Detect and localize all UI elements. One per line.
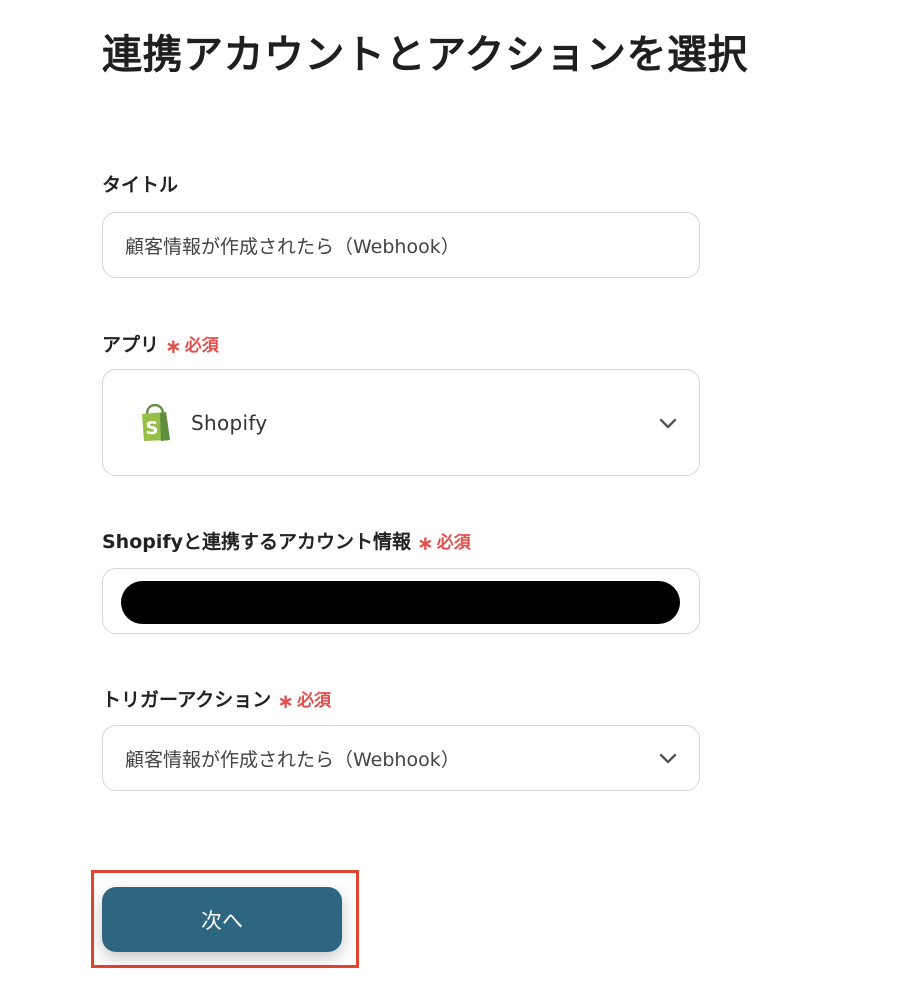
required-badge: ∗ 必須 — [277, 686, 332, 713]
next-button[interactable]: 次へ — [102, 887, 342, 952]
trigger-field-label-text: トリガーアクション — [102, 689, 272, 711]
app-select[interactable]: S Shopify — [102, 369, 700, 476]
account-field-label: Shopifyと連携するアカウント情報 ∗ 必須 — [102, 527, 471, 555]
required-badge: ∗ 必須 — [417, 528, 471, 555]
account-field-box[interactable] — [102, 568, 700, 634]
required-badge: ∗ 必須 — [165, 331, 219, 358]
title-field-label: タイトル — [102, 170, 178, 197]
required-text: 必須 — [436, 533, 471, 553]
page-title: 連携アカウントとアクションを選択 — [102, 32, 748, 78]
app-field-label: アプリ ∗ 必須 — [102, 330, 219, 358]
trigger-action-value: 顧客情報が作成されたら（Webhook） — [125, 748, 460, 771]
redacted-account-value — [121, 581, 680, 624]
title-field-box[interactable] — [102, 212, 700, 278]
app-field-label-text: アプリ — [102, 334, 160, 356]
title-field-label-text: タイトル — [102, 174, 179, 196]
required-text: 必須 — [297, 691, 332, 711]
trigger-action-select[interactable]: 顧客情報が作成されたら（Webhook） — [102, 725, 700, 791]
chevron-down-icon[interactable] — [659, 417, 699, 429]
required-text: 必須 — [184, 336, 219, 356]
shopify-bag-icon: S — [139, 403, 173, 442]
asterisk-icon: ∗ — [165, 333, 182, 358]
svg-text:S: S — [146, 418, 159, 439]
asterisk-icon: ∗ — [417, 530, 434, 555]
chevron-down-icon[interactable] — [659, 752, 699, 764]
trigger-field-label: トリガーアクション ∗ 必須 — [102, 685, 332, 713]
account-field-label-text: Shopifyと連携するアカウント情報 — [102, 531, 412, 553]
selected-app-name: Shopify — [191, 410, 268, 435]
title-input[interactable] — [103, 213, 699, 277]
asterisk-icon: ∗ — [277, 688, 295, 713]
